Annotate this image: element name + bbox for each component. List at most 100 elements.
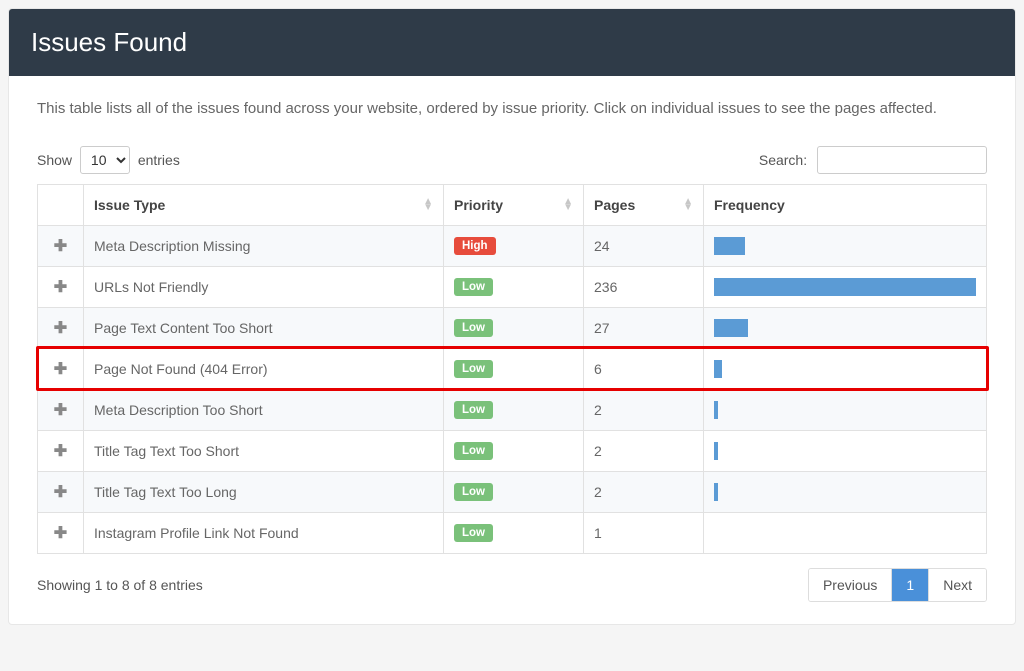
issue-cell: Title Tag Text Too Long: [84, 471, 444, 512]
pages-cell: 236: [584, 266, 704, 307]
issue-cell: Title Tag Text Too Short: [84, 430, 444, 471]
pages-cell: 1: [584, 512, 704, 553]
priority-badge: Low: [454, 483, 493, 501]
expand-cell[interactable]: ✚: [38, 471, 84, 512]
panel-body: This table lists all of the issues found…: [9, 76, 1015, 624]
plus-icon[interactable]: ✚: [54, 482, 67, 502]
table-footer: Showing 1 to 8 of 8 entries Previous 1 N…: [37, 568, 987, 602]
issue-cell: Meta Description Missing: [84, 225, 444, 266]
plus-icon[interactable]: ✚: [54, 236, 67, 256]
table-row[interactable]: ✚ Title Tag Text Too Long Low 2: [38, 471, 987, 512]
priority-badge: Low: [454, 278, 493, 296]
col-frequency-label: Frequency: [714, 197, 785, 213]
table-row[interactable]: ✚ Title Tag Text Too Short Low 2: [38, 430, 987, 471]
next-button[interactable]: Next: [928, 569, 986, 601]
priority-badge: Low: [454, 442, 493, 460]
intro-text: This table lists all of the issues found…: [37, 98, 987, 120]
priority-cell: Low: [444, 266, 584, 307]
priority-badge: Low: [454, 401, 493, 419]
priority-cell: Low: [444, 430, 584, 471]
issue-cell: Page Text Content Too Short: [84, 307, 444, 348]
length-prefix: Show: [37, 152, 72, 168]
table-row[interactable]: ✚ URLs Not Friendly Low 236: [38, 266, 987, 307]
table-row[interactable]: ✚ Page Not Found (404 Error) Low 6: [38, 348, 987, 389]
col-issue-type[interactable]: Issue Type ▲▼: [84, 184, 444, 225]
plus-icon[interactable]: ✚: [54, 359, 67, 379]
frequency-bar: [714, 483, 718, 501]
length-suffix: entries: [138, 152, 180, 168]
expand-cell[interactable]: ✚: [38, 389, 84, 430]
table-row[interactable]: ✚ Page Text Content Too Short Low 27: [38, 307, 987, 348]
col-pages[interactable]: Pages ▲▼: [584, 184, 704, 225]
priority-badge: Low: [454, 319, 493, 337]
issues-table: Issue Type ▲▼ Priority ▲▼ Pages ▲▼ Fre: [37, 184, 987, 554]
priority-badge: Low: [454, 360, 493, 378]
table-controls: Show 10 entries Search:: [37, 146, 987, 174]
table-wrap: Issue Type ▲▼ Priority ▲▼ Pages ▲▼ Fre: [37, 184, 987, 554]
issue-cell: Instagram Profile Link Not Found: [84, 512, 444, 553]
priority-badge: Low: [454, 524, 493, 542]
table-row[interactable]: ✚ Meta Description Missing High 24: [38, 225, 987, 266]
frequency-bar: [714, 360, 722, 378]
priority-cell: High: [444, 225, 584, 266]
plus-icon[interactable]: ✚: [54, 523, 67, 543]
frequency-bar: [714, 401, 718, 419]
frequency-bar: [714, 278, 976, 296]
issue-cell: URLs Not Friendly: [84, 266, 444, 307]
priority-cell: Low: [444, 512, 584, 553]
length-control: Show 10 entries: [37, 146, 180, 174]
prev-button[interactable]: Previous: [809, 569, 891, 601]
priority-cell: Low: [444, 471, 584, 512]
pages-cell: 2: [584, 471, 704, 512]
pages-cell: 2: [584, 389, 704, 430]
issue-cell: Page Not Found (404 Error): [84, 348, 444, 389]
priority-cell: Low: [444, 307, 584, 348]
col-priority-label: Priority: [454, 197, 503, 213]
expand-cell[interactable]: ✚: [38, 430, 84, 471]
expand-cell[interactable]: ✚: [38, 512, 84, 553]
table-row[interactable]: ✚ Instagram Profile Link Not Found Low 1: [38, 512, 987, 553]
page-title: Issues Found: [9, 9, 1015, 76]
plus-icon[interactable]: ✚: [54, 318, 67, 338]
sort-icon: ▲▼: [683, 199, 693, 211]
expand-cell[interactable]: ✚: [38, 307, 84, 348]
frequency-cell: [704, 266, 987, 307]
sort-icon: ▲▼: [563, 199, 573, 211]
col-frequency: Frequency: [704, 184, 987, 225]
pages-cell: 24: [584, 225, 704, 266]
frequency-cell: [704, 430, 987, 471]
plus-icon[interactable]: ✚: [54, 277, 67, 297]
expand-cell[interactable]: ✚: [38, 225, 84, 266]
frequency-cell: [704, 225, 987, 266]
length-select[interactable]: 10: [80, 146, 130, 174]
table-row[interactable]: ✚ Meta Description Too Short Low 2: [38, 389, 987, 430]
search-input[interactable]: [817, 146, 987, 174]
col-priority[interactable]: Priority ▲▼: [444, 184, 584, 225]
issue-cell: Meta Description Too Short: [84, 389, 444, 430]
pages-cell: 6: [584, 348, 704, 389]
col-expand: [38, 184, 84, 225]
col-issue-type-label: Issue Type: [94, 197, 165, 213]
frequency-bar: [714, 442, 718, 460]
frequency-cell: [704, 512, 987, 553]
priority-cell: Low: [444, 389, 584, 430]
pages-cell: 27: [584, 307, 704, 348]
frequency-bar: [714, 237, 745, 255]
search-control: Search:: [759, 146, 987, 174]
pages-cell: 2: [584, 430, 704, 471]
plus-icon[interactable]: ✚: [54, 441, 67, 461]
frequency-cell: [704, 389, 987, 430]
frequency-cell: [704, 348, 987, 389]
expand-cell[interactable]: ✚: [38, 348, 84, 389]
expand-cell[interactable]: ✚: [38, 266, 84, 307]
search-label: Search:: [759, 152, 807, 168]
priority-badge: High: [454, 237, 496, 255]
priority-cell: Low: [444, 348, 584, 389]
sort-icon: ▲▼: [423, 199, 433, 211]
frequency-bar: [714, 319, 748, 337]
frequency-cell: [704, 471, 987, 512]
page-1-button[interactable]: 1: [891, 569, 928, 601]
info-text: Showing 1 to 8 of 8 entries: [37, 577, 203, 593]
issues-panel: Issues Found This table lists all of the…: [8, 8, 1016, 625]
plus-icon[interactable]: ✚: [54, 400, 67, 420]
